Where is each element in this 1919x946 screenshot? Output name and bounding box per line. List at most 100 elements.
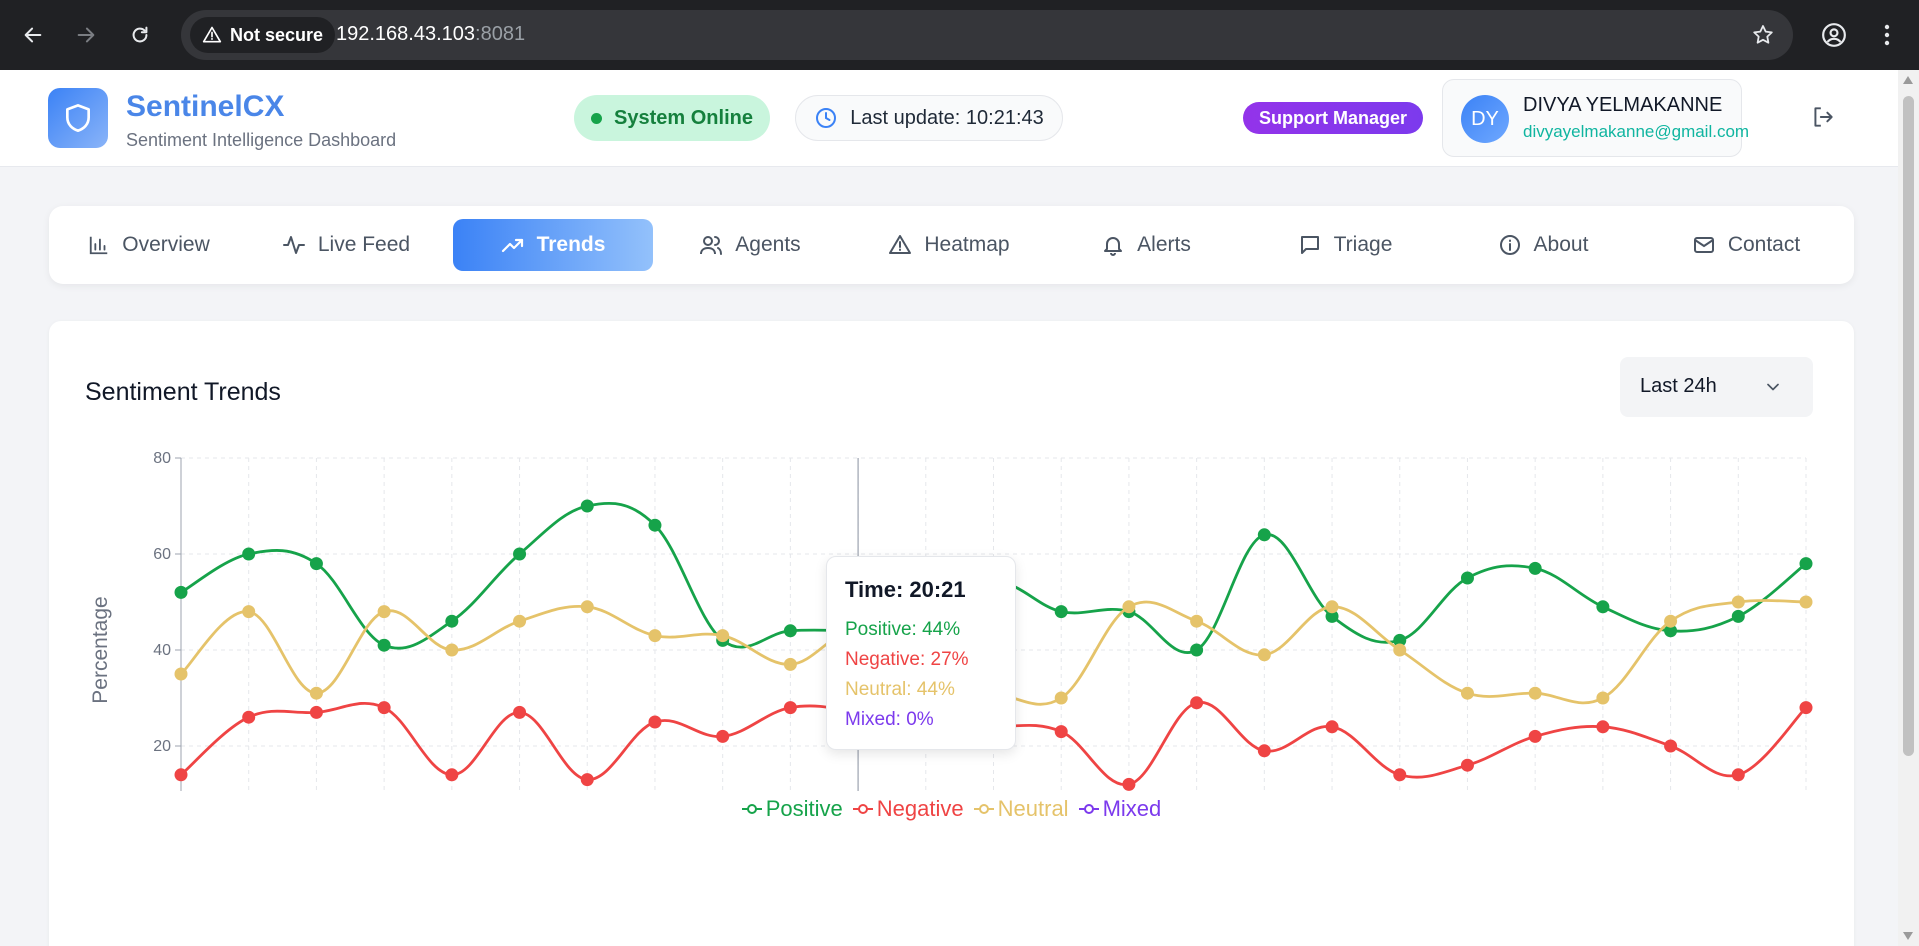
users-icon: [700, 236, 723, 255]
negative-point: [1393, 768, 1407, 782]
security-label: Not secure: [230, 24, 324, 45]
positive-point: [174, 585, 188, 599]
negative-point: [1460, 758, 1474, 772]
positive-point: [1460, 571, 1474, 585]
legend-marker-icon: [973, 804, 994, 814]
tab-alerts[interactable]: Alerts: [1046, 219, 1246, 271]
tab-label: Alerts: [1137, 233, 1191, 256]
positive-point: [1190, 643, 1204, 657]
tab-agents[interactable]: Agents: [650, 219, 850, 271]
tab-trends[interactable]: Trends: [453, 219, 653, 271]
neutral-point: [1731, 595, 1745, 609]
y-tick-label: 40: [153, 642, 171, 659]
main-tabs: Overview Live Feed Trends Agents Heatmap…: [49, 206, 1854, 284]
legend-item-neutral[interactable]: Neutral: [973, 796, 1069, 822]
avatar: DY: [1461, 95, 1509, 143]
last-update-badge: Last update: 10:21:43: [795, 95, 1063, 141]
security-chip[interactable]: Not secure: [190, 17, 336, 53]
bookmark-star-icon[interactable]: [1751, 23, 1775, 52]
address-bar[interactable]: Not secure 192.168.43.103:8081: [181, 10, 1793, 60]
positive-point: [1054, 605, 1068, 619]
tab-live-feed[interactable]: Live Feed: [246, 219, 446, 271]
neutral-point: [1664, 614, 1678, 628]
status-text: System Online: [614, 106, 753, 129]
negative-point: [580, 773, 594, 787]
trending-up-icon: [501, 238, 523, 253]
tab-about[interactable]: About: [1443, 219, 1643, 271]
tab-label: Triage: [1333, 233, 1393, 256]
legend-marker-icon: [1078, 804, 1099, 814]
tab-label: Live Feed: [317, 233, 411, 256]
neutral-point: [1393, 643, 1407, 657]
scrollbar-thumb[interactable]: [1903, 96, 1914, 756]
brand-name: SentinelCX: [126, 90, 285, 123]
shield-logo-icon: [48, 88, 108, 148]
neutral-point: [1325, 600, 1339, 614]
neutral-point: [580, 600, 594, 614]
neutral-point: [445, 643, 459, 657]
neutral-point: [513, 614, 527, 628]
legend-item-negative[interactable]: Negative: [852, 796, 964, 822]
neutral-point: [242, 605, 256, 619]
neutral-point: [783, 657, 797, 671]
warning-icon: [889, 235, 912, 254]
warning-icon: [202, 26, 222, 43]
tooltip-positive: Positive: 44%: [845, 619, 961, 640]
menu-kebab-icon[interactable]: [1869, 17, 1905, 53]
status-dot-icon: [591, 112, 603, 124]
positive-point: [309, 557, 323, 571]
info-icon: [1499, 235, 1520, 255]
legend-item-mixed[interactable]: Mixed: [1078, 796, 1161, 822]
neutral-point: [1596, 691, 1610, 705]
neutral-point: [1528, 686, 1542, 700]
last-update-text: Last update: 10:21:43: [850, 106, 1044, 129]
negative-point: [716, 729, 730, 743]
user-card[interactable]: DY DIVYA YELMAKANNE divyayelmakanne@gmai…: [1442, 79, 1749, 157]
reload-icon[interactable]: [122, 17, 158, 53]
logout-icon[interactable]: [1810, 104, 1836, 135]
back-icon[interactable]: [15, 17, 51, 53]
neutral-point: [1122, 600, 1136, 614]
negative-point: [242, 710, 256, 724]
scroll-up-icon[interactable]: [1903, 76, 1913, 84]
negative-point: [1054, 725, 1068, 739]
neutral-point: [377, 605, 391, 619]
chart-tooltip: Time: 20:21 Positive: 44% Negative: 27% …: [826, 556, 1016, 750]
mail-icon: [1693, 237, 1714, 253]
positive-point: [783, 624, 797, 638]
positive-point: [648, 518, 662, 532]
user-email: divyayelmakanne@gmail.com: [1523, 122, 1750, 141]
tab-heatmap[interactable]: Heatmap: [849, 219, 1049, 271]
positive-point: [242, 547, 256, 561]
neutral-point: [1054, 691, 1068, 705]
tab-triage[interactable]: Triage: [1245, 219, 1445, 271]
forward-icon[interactable]: [68, 17, 104, 53]
negative-point: [1325, 720, 1339, 734]
tab-contact[interactable]: Contact: [1646, 219, 1846, 271]
negative-point: [174, 768, 188, 782]
scroll-down-icon[interactable]: [1903, 932, 1913, 940]
tooltip-title: Time: 20:21: [845, 577, 966, 602]
positive-point: [377, 638, 391, 652]
y-tick-label: 60: [153, 546, 171, 563]
tab-label: Trends: [536, 233, 606, 256]
app-header: SentinelCX Sentiment Intelligence Dashbo…: [0, 70, 1898, 167]
system-status-badge: System Online: [574, 95, 770, 141]
page: SentinelCX Sentiment Intelligence Dashbo…: [0, 70, 1898, 946]
legend-marker-icon: [741, 804, 762, 814]
tab-overview[interactable]: Overview: [49, 219, 249, 271]
tooltip-neutral: Neutral: 44%: [845, 679, 955, 700]
page-scrollbar[interactable]: [1898, 70, 1919, 946]
legend-item-positive[interactable]: Positive: [741, 796, 843, 822]
neutral-point: [648, 629, 662, 643]
neutral-point: [309, 686, 323, 700]
tab-label: Contact: [1727, 233, 1801, 256]
activity-icon: [282, 236, 305, 254]
y-tick-label: 20: [153, 738, 171, 755]
user-name: DIVYA YELMAKANNE: [1523, 94, 1723, 116]
legend-label: Negative: [876, 796, 964, 821]
negative-point: [445, 768, 459, 782]
neutral-point: [716, 629, 730, 643]
bell-icon: [1104, 237, 1123, 256]
profile-icon[interactable]: [1816, 17, 1852, 53]
